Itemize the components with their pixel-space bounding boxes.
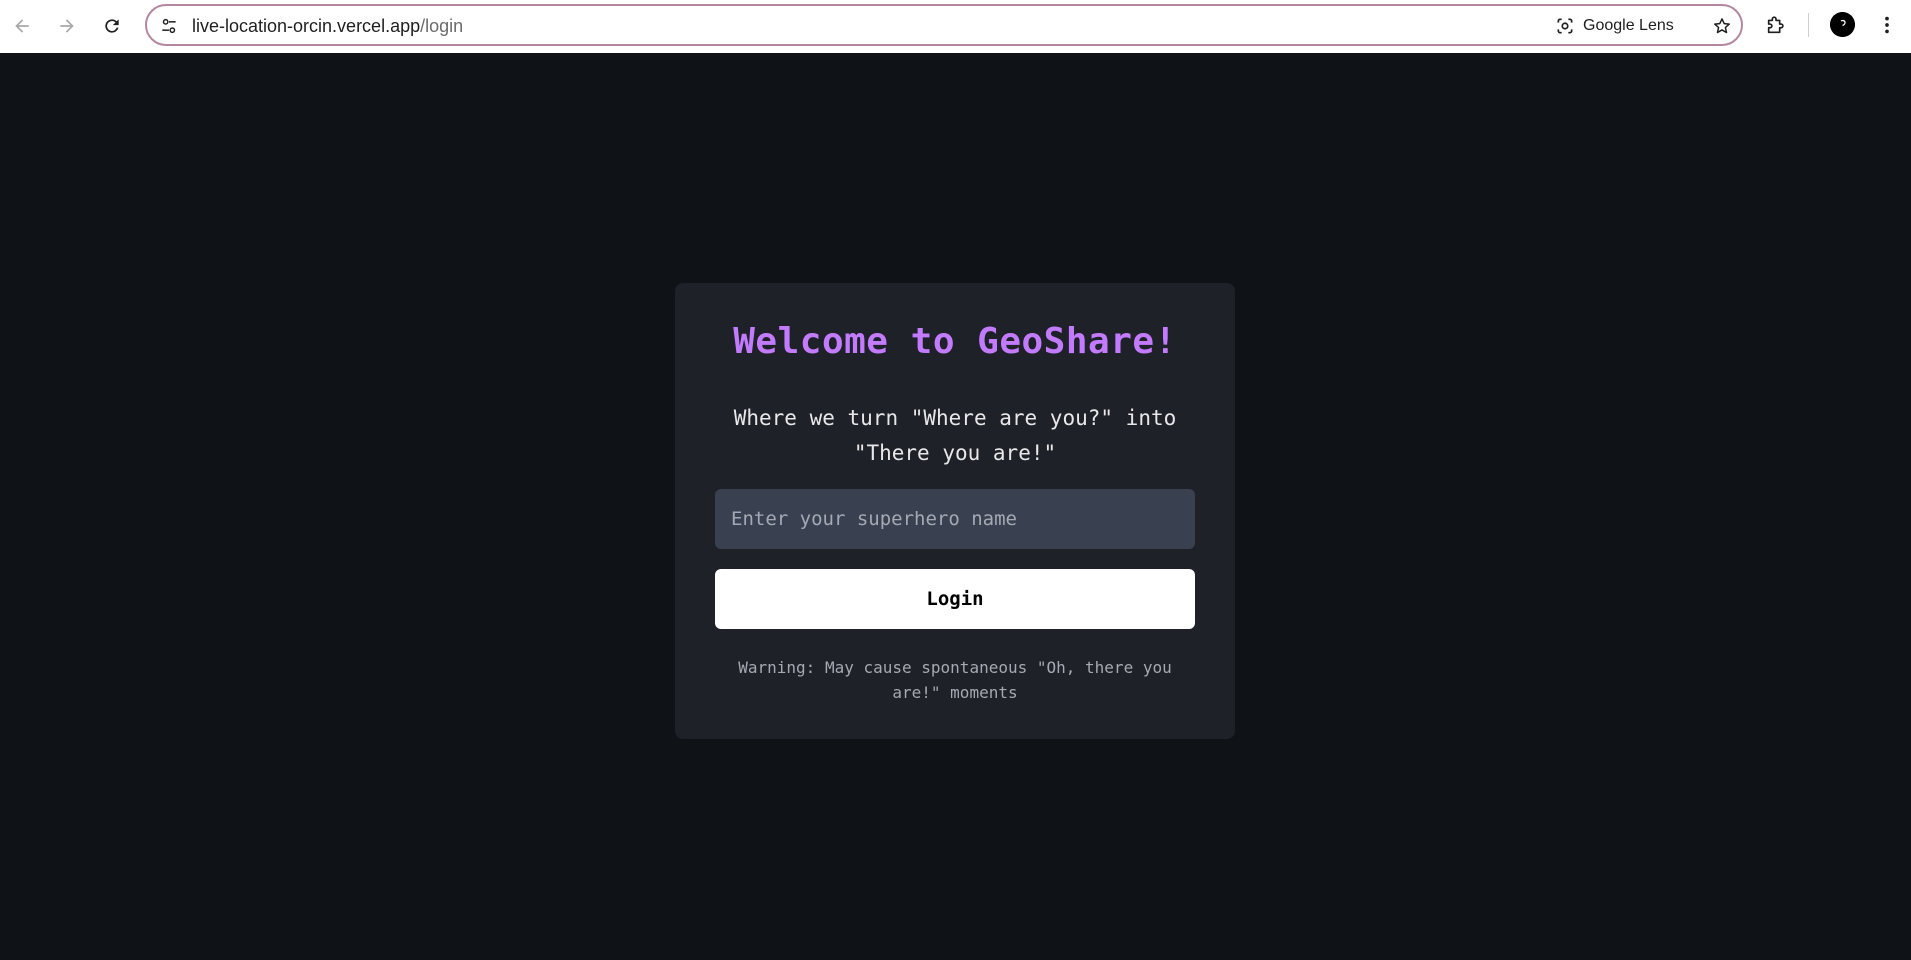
camera-lens-icon [1557, 18, 1573, 34]
tune-icon [162, 18, 176, 34]
star-icon [1714, 18, 1730, 34]
kebab-menu-icon [1885, 16, 1889, 34]
address-bar[interactable]: live-location-orcin.vercel.app/login Goo… [145, 4, 1743, 46]
url-text[interactable]: live-location-orcin.vercel.app/login [192, 16, 463, 37]
subtitle-line-1: Where we turn "Where are you?" into [733, 406, 1177, 430]
profile-avatar[interactable] [1830, 12, 1855, 37]
page-title: Welcome to GeoShare! [733, 321, 1177, 362]
subtitle-line-2: "There you are!" [853, 441, 1057, 465]
puzzle-icon [1767, 16, 1784, 34]
url-path: /login [420, 16, 464, 36]
url-host: live-location-orcin.vercel.app [192, 16, 421, 36]
browser-menu-button[interactable] [1875, 11, 1899, 39]
back-button[interactable] [0, 4, 44, 48]
page-content: Welcome to GeoShare! Where we turn "Wher… [0, 53, 1911, 960]
google-lens-label: Google Lens [1583, 17, 1674, 34]
reload-button[interactable] [90, 4, 134, 48]
forward-button[interactable] [45, 4, 89, 48]
superhero-name-input[interactable] [715, 489, 1195, 549]
avatar-icon [1830, 12, 1855, 37]
back-arrow-icon [15, 19, 29, 33]
google-lens-button[interactable]: Google Lens [1555, 12, 1674, 40]
page-subtitle: Where we turn "Where are you?" into "The… [715, 401, 1195, 471]
browser-toolbar: live-location-orcin.vercel.app/login Goo… [0, 0, 1911, 53]
login-card: Welcome to GeoShare! Where we turn "Wher… [675, 283, 1235, 739]
warning-line-2: are!" moments [892, 683, 1018, 702]
login-button[interactable]: Login [715, 569, 1195, 629]
warning-line-1: Warning: May cause spontaneous "Oh, ther… [738, 658, 1172, 677]
warning-text: Warning: May cause spontaneous "Oh, ther… [725, 655, 1185, 705]
bookmark-button[interactable] [1709, 13, 1735, 39]
forward-arrow-icon [60, 19, 74, 33]
site-info-button[interactable] [158, 15, 180, 37]
toolbar-divider [1808, 13, 1809, 37]
extensions-button[interactable] [1762, 11, 1790, 39]
reload-icon [105, 19, 119, 33]
